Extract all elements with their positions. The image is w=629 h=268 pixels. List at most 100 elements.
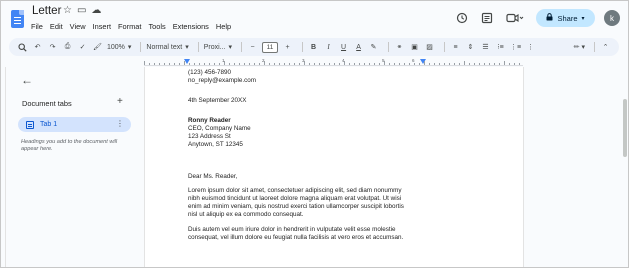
ruler-tick (514, 63, 515, 65)
ruler-tick (219, 63, 220, 65)
back-arrow-icon[interactable]: ← (21, 73, 33, 87)
recipient-street: 123 Address St (188, 133, 231, 140)
chevron-down-icon: ▾ (185, 44, 189, 51)
ruler-tick (354, 63, 355, 65)
cloud-status-icon[interactable]: ☁ (91, 5, 101, 16)
ruler-tick (349, 63, 350, 65)
ruler-tick (429, 63, 430, 65)
ruler-tick (229, 63, 230, 65)
insert-link-icon[interactable]: ⚭ (394, 40, 405, 54)
recipient-title: CEO, Company Name (188, 125, 251, 132)
ruler-tick (319, 63, 320, 65)
ruler-tick (179, 63, 180, 65)
paragraph-style-select[interactable]: Normal text ▾ (146, 40, 188, 54)
recipient-city: Anytown, ST 12345 (188, 141, 243, 148)
numbered-list-icon[interactable]: ⋮≡ (510, 40, 521, 54)
toolbar-divider (197, 42, 199, 52)
right-margin-area (524, 67, 628, 267)
ruler-tick (324, 63, 325, 65)
hide-menus-chevron-up-icon[interactable]: ⌃ (600, 40, 611, 54)
paint-format-icon[interactable]: 🖌 (92, 40, 103, 54)
menu-insert[interactable]: Insert (93, 22, 111, 31)
ruler-tick (184, 61, 185, 65)
menu-file[interactable]: File (31, 22, 43, 31)
redo-icon[interactable]: ↷ (47, 40, 58, 54)
menu-extensions[interactable]: Extensions (173, 22, 209, 31)
menu-help[interactable]: Help (216, 22, 231, 31)
menu-view[interactable]: View (70, 22, 86, 31)
add-comment-icon[interactable]: ▣ (409, 40, 420, 54)
zoom-select[interactable]: 100% ▾ (107, 40, 131, 54)
docs-logo-icon[interactable] (11, 10, 24, 28)
right-indent-marker[interactable] (420, 59, 426, 64)
highlight-icon[interactable]: ✎ (368, 40, 379, 54)
document-title[interactable]: Letter (32, 5, 61, 17)
editing-mode-pencil-icon[interactable]: ✏ ▾ (574, 40, 585, 54)
ruler-tick (174, 63, 175, 65)
sender-email: no_reply@example.com (188, 77, 256, 84)
ruler-tick (304, 61, 305, 65)
toolbar-divider (594, 42, 595, 52)
menu-edit[interactable]: Edit (50, 22, 63, 31)
comments-icon[interactable] (480, 11, 494, 25)
headings-hint: Headings you add to the document will ap… (21, 139, 118, 152)
menu-format[interactable]: Format (118, 22, 141, 31)
ruler-tick (329, 63, 330, 65)
undo-icon[interactable]: ↶ (32, 40, 43, 54)
bulleted-list-icon[interactable]: ⁝≡ (495, 40, 506, 54)
body-paragraph-1-line: Lorem ipsum dolor sit amet, consectetuer… (188, 187, 402, 194)
insert-image-icon[interactable]: ▨ (424, 40, 435, 54)
font-size-input[interactable]: 11 (262, 41, 279, 53)
increase-font-size-button[interactable]: + (282, 40, 293, 54)
ruler-tick (494, 63, 495, 65)
search-menus-icon[interactable] (17, 40, 28, 54)
italic-button[interactable]: I (323, 40, 334, 54)
ruler-tick (199, 63, 200, 65)
ruler-tick (149, 63, 150, 65)
ruler-tick (294, 63, 295, 65)
horizontal-ruler[interactable]: 1 2 3 4 5 6 (144, 58, 523, 66)
ruler-tick (519, 63, 520, 65)
lock-icon (546, 13, 553, 23)
ruler-tick (284, 63, 285, 65)
underline-button[interactable]: U (338, 40, 349, 54)
version-history-icon[interactable] (455, 11, 469, 25)
share-button[interactable]: Share ▾ (536, 9, 595, 27)
ruler-tick (394, 63, 395, 65)
title-bar: Letter ☆ ▭ ☁ File Edit View Insert Forma… (1, 1, 628, 37)
document-tabs-heading: Document tabs (22, 99, 72, 108)
decrease-font-size-button[interactable]: − (247, 40, 258, 54)
spellcheck-icon[interactable]: ✓ (77, 40, 88, 54)
menu-tools[interactable]: Tools (148, 22, 165, 31)
vertical-ruler (3, 67, 6, 267)
text-color-button[interactable]: A (353, 40, 364, 54)
ruler-tick (339, 63, 340, 65)
vertical-scrollbar[interactable] (623, 99, 627, 157)
move-folder-icon[interactable]: ▭ (77, 5, 86, 16)
avatar[interactable]: k (604, 10, 620, 26)
meet-icon[interactable] (505, 11, 525, 25)
font-size-wrapper: 11 (262, 40, 279, 54)
document-body[interactable]: (123) 456-7890 no_reply@example.com 4th … (188, 67, 428, 242)
print-icon[interactable]: ⎙ (62, 40, 73, 54)
tab-1[interactable]: Tab 1 ⋮ (18, 117, 131, 132)
ruler-tick (384, 61, 385, 65)
more-options-icon[interactable]: ⋮ (525, 40, 536, 54)
add-tab-icon[interactable]: + (117, 96, 123, 107)
line-spacing-icon[interactable]: ⇕ (465, 40, 476, 54)
ruler-tick (264, 61, 265, 65)
bold-button[interactable]: B (308, 40, 319, 54)
menu-bar: File Edit View Insert Format Tools Exten… (31, 22, 231, 31)
document-page[interactable]: (123) 456-7890 no_reply@example.com 4th … (144, 67, 524, 267)
ruler-tick (489, 63, 490, 65)
checklist-icon[interactable]: ☰ (480, 40, 491, 54)
ruler-tick (234, 63, 235, 65)
chevron-down-icon: ▾ (581, 15, 585, 22)
ruler-tick (374, 63, 375, 65)
align-icon[interactable]: ≡ (450, 40, 461, 54)
star-icon[interactable]: ☆ (63, 5, 72, 16)
body-paragraph-2-line: Duis autem vel eum iriure dolor in hendr… (188, 226, 396, 233)
tab-options-icon[interactable]: ⋮ (116, 119, 124, 128)
font-select[interactable]: Proxi... ▾ (204, 40, 232, 54)
